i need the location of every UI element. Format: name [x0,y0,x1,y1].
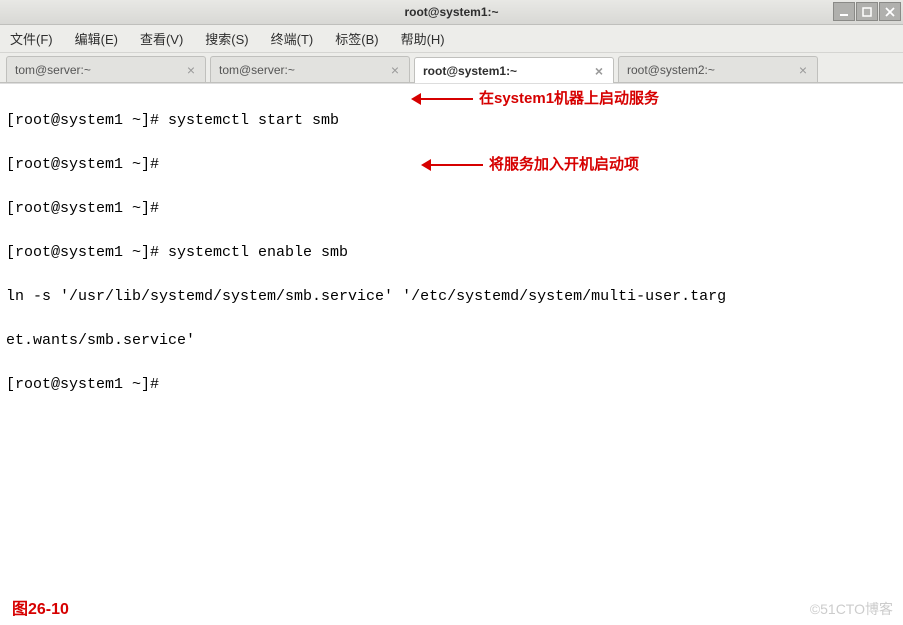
terminal-line: [root@system1 ~]# systemctl start smb [6,110,897,132]
annotation-text: 在system1机器上启动服务 [479,88,659,110]
maximize-button[interactable] [856,2,878,21]
tab-3[interactable]: root@system2:~ × [618,56,818,82]
close-icon[interactable]: × [389,62,401,78]
tab-label: root@system1:~ [423,64,517,78]
annotation-start-service: 在system1机器上启动服务 [415,88,659,110]
annotation-text: 将服务加入开机启动项 [489,154,639,176]
arrow-left-icon [425,164,483,166]
tab-0[interactable]: tom@server:~ × [6,56,206,82]
tabbar: tom@server:~ × tom@server:~ × root@syste… [0,53,903,83]
arrow-left-icon [415,98,473,100]
terminal[interactable]: [root@system1 ~]# systemctl start smb [r… [0,83,903,595]
tab-label: tom@server:~ [15,63,91,77]
menu-file[interactable]: 文件(F) [6,27,57,50]
titlebar: root@system1:~ [0,0,903,25]
menu-search[interactable]: 搜索(S) [201,27,252,50]
window-title: root@system1:~ [404,5,498,19]
tab-2[interactable]: root@system1:~ × [414,57,614,83]
tab-label: tom@server:~ [219,63,295,77]
terminal-line: et.wants/smb.service' [6,330,897,352]
menu-tabs[interactable]: 标签(B) [331,27,382,50]
terminal-line: [root@system1 ~]# [6,198,897,220]
close-button[interactable] [879,2,901,21]
menubar: 文件(F) 编辑(E) 查看(V) 搜索(S) 终端(T) 标签(B) 帮助(H… [0,25,903,53]
terminal-line: ln -s '/usr/lib/systemd/system/smb.servi… [6,286,897,308]
menu-view[interactable]: 查看(V) [136,27,187,50]
close-icon[interactable]: × [797,62,809,78]
annotation-enable-service: 将服务加入开机启动项 [425,154,639,176]
window-controls [832,2,901,21]
minimize-button[interactable] [833,2,855,21]
terminal-line: [root@system1 ~]# [6,374,897,396]
menu-edit[interactable]: 编辑(E) [71,27,122,50]
menu-terminal[interactable]: 终端(T) [267,27,318,50]
figure-label: 图26-10 [12,595,69,619]
menu-help[interactable]: 帮助(H) [397,27,449,50]
terminal-line: [root@system1 ~]# systemctl enable smb [6,242,897,264]
tab-1[interactable]: tom@server:~ × [210,56,410,82]
close-icon[interactable]: × [593,63,605,79]
close-icon[interactable]: × [185,62,197,78]
tab-label: root@system2:~ [627,63,715,77]
watermark: ©51CTO博客 [810,599,893,619]
